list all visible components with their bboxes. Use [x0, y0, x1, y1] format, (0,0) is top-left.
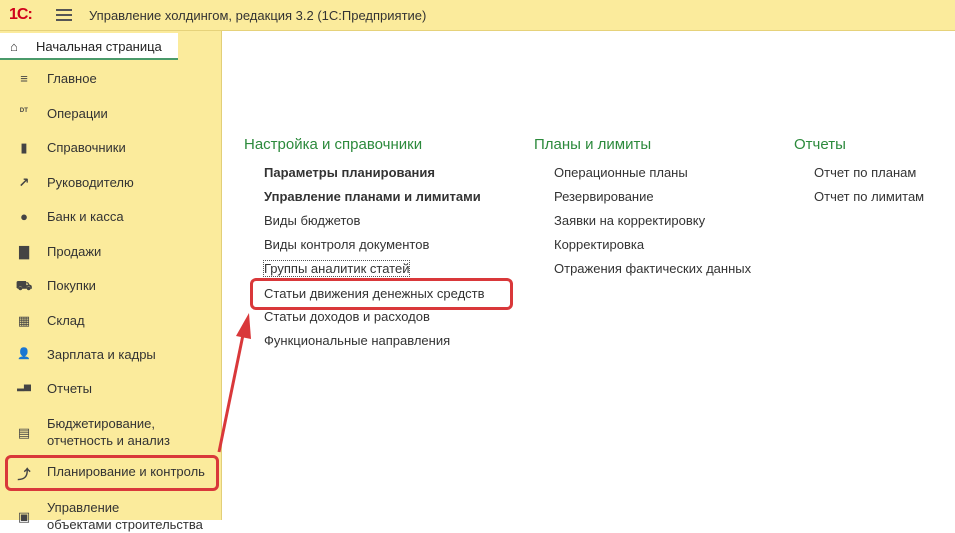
- annotation-arrow: [217, 313, 251, 453]
